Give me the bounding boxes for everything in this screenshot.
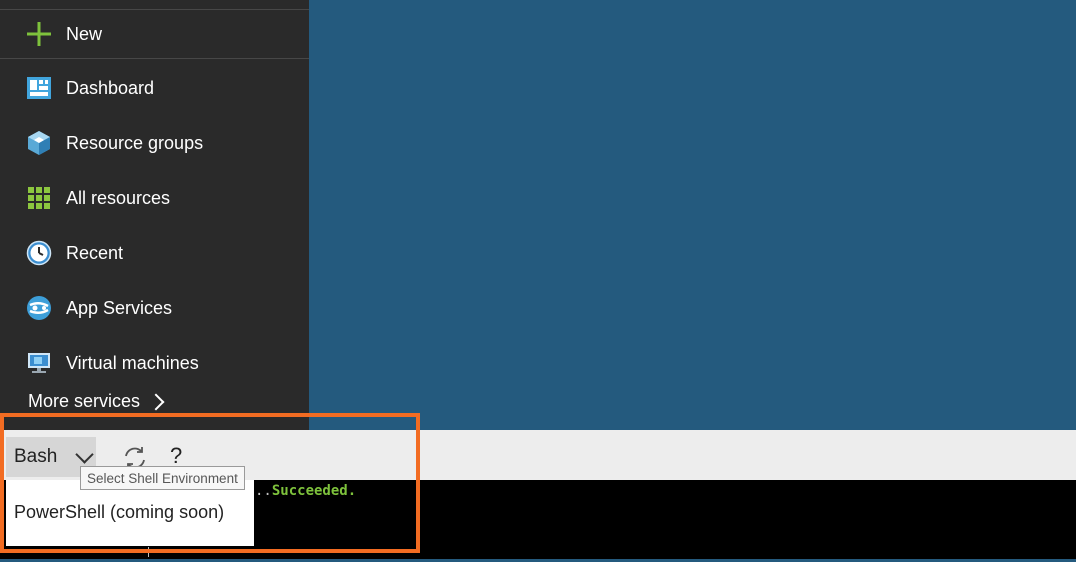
dashboard-icon [26,75,52,101]
terminal-cutoff-text [40,545,160,559]
resource-groups-icon [26,130,52,156]
virtual-machines-icon [26,350,52,376]
chevron-down-icon [75,445,94,464]
clock-icon [26,240,52,266]
sidebar-item-new[interactable]: New [0,14,309,54]
chevron-right-icon [147,393,165,410]
sidebar: New Dashboard Resource groups All resour… [0,0,309,430]
sidebar-item-app-services[interactable]: App Services [0,288,309,328]
sidebar-item-resource-groups[interactable]: Resource groups [0,123,309,163]
sidebar-item-dashboard[interactable]: Dashboard [0,68,309,108]
terminal-prefix: .. [255,483,272,499]
sidebar-item-label: Recent [66,242,124,263]
sidebar-top-divider [0,9,309,10]
sidebar-item-label: All resources [66,187,171,208]
terminal-status: Succeeded. [271,483,357,499]
tooltip: Select Shell Environment [80,466,245,490]
shell-selected-value: Bash [14,446,58,467]
sidebar-item-all-resources[interactable]: All resources [0,178,309,218]
sidebar-item-label: Resource groups [66,132,204,153]
app-services-icon [26,295,52,321]
more-services-label: More services [28,391,141,411]
more-services-link[interactable]: More services [28,391,165,412]
terminal-output-line: ..Succeeded. [255,483,356,499]
all-resources-icon [26,185,52,211]
sidebar-item-label: New [66,23,103,44]
shell-option-powershell[interactable]: PowerShell (coming soon) [14,502,224,523]
sidebar-divider [0,58,309,59]
sidebar-item-recent[interactable]: Recent [0,233,309,273]
sidebar-item-virtual-machines[interactable]: Virtual machines [0,343,309,383]
sidebar-item-label: App Services [66,297,173,318]
sidebar-item-label: Dashboard [66,77,155,98]
main-canvas [309,0,1076,430]
sidebar-item-label: Virtual machines [66,352,199,373]
plus-icon [26,21,52,47]
